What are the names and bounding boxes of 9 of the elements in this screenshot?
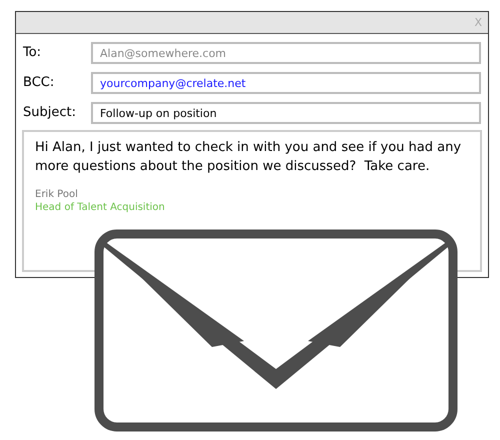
signature-name: Erik Pool [35, 188, 78, 201]
input-field[interactable]: Alan@somewhere.com [91, 42, 481, 64]
input-field[interactable]: yourcompany@crelate.net [91, 72, 481, 94]
message-text: Hi Alan, I just wanted to check in with you and see if you had any more questions about the position we discussed? Take care. [35, 139, 462, 176]
field-label: To: [23, 44, 42, 62]
input-field[interactable]: Follow-up on position [91, 102, 481, 124]
field-label: Subject: [23, 104, 77, 122]
field-label: BCC: [23, 74, 56, 92]
signature-title: Head of Talent Acquisition [35, 201, 165, 214]
